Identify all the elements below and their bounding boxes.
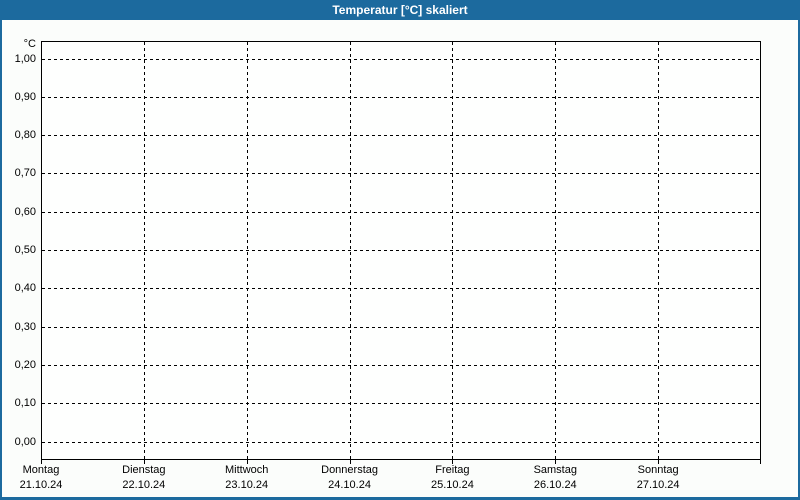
h-gridline [42,364,760,366]
x-day-label: Dienstag 22.10.24 [92,463,196,493]
v-gridline [452,42,454,459]
x-tick [349,460,351,464]
h-gridline [42,250,760,251]
x-day-date: 24.10.24 [328,479,371,491]
x-day-name: Donnerstag [321,464,378,476]
y-tick-label: 0,70 [14,167,36,180]
x-tick [760,460,761,464]
x-tick [658,460,660,464]
x-day-name: Montag [22,464,60,476]
h-gridline [42,173,760,175]
x-day-date: 22.10.24 [122,479,166,491]
y-tick-label: 0,20 [14,358,36,371]
x-tick [143,460,145,464]
h-gridline [42,403,760,405]
x-day-label: Donnerstag 24.10.24 [298,463,402,493]
x-tick [555,460,557,464]
x-day-label: Freitag 25.10.24 [400,463,504,493]
h-gridline [42,96,760,98]
h-gridline [42,211,760,213]
v-gridline [658,42,660,459]
x-day-date: 21.10.24 [19,479,63,491]
x-day-name: Mittwoch [225,464,269,476]
x-day-date: 27.10.24 [636,479,680,491]
y-tick-label: 1,00 [14,52,36,65]
y-axis-unit-label: °C [23,38,36,50]
v-gridline [555,42,557,459]
x-tick [246,460,248,464]
x-day-label: Samstag 26.10.24 [503,463,607,493]
v-gridline [246,42,248,459]
y-tick-label: 0,80 [14,129,36,142]
y-tick-label: 0,40 [14,282,36,295]
h-gridline [42,326,760,328]
h-gridline [42,288,760,290]
y-tick-label: 0,90 [14,90,36,103]
x-day-label: Sonntag 27.10.24 [606,463,710,493]
x-day-label: Mittwoch 23.10.24 [195,463,299,493]
plot-area [41,41,761,460]
x-day-date: 26.10.24 [533,479,577,491]
h-gridline [42,58,760,60]
v-gridline [143,42,145,459]
x-day-name: Freitag [435,464,470,476]
chart-title: Temperatur [°C] skaliert [332,3,468,17]
x-day-date: 25.10.24 [431,479,474,491]
x-tick [452,460,454,464]
x-day-name: Samstag [533,464,577,476]
y-tick-label: 0,30 [14,320,36,333]
x-day-date: 23.10.24 [225,479,269,491]
x-day-name: Dienstag [122,464,166,476]
y-tick-label: 0,10 [14,397,36,410]
chart-title-bar: Temperatur [°C] skaliert [2,0,798,20]
x-tick [41,460,42,464]
chart-window: Temperatur [°C] skaliert °C 1,00 0,90 0,80… [0,0,800,500]
v-gridline [349,42,351,459]
y-tick-label: 0,60 [14,205,36,218]
h-gridline [42,441,760,443]
y-tick-label: 0,00 [14,435,36,448]
x-day-name: Sonntag [637,464,679,476]
y-tick-label: 0,50 [14,244,36,256]
x-day-label: Montag 21.10.24 [2,463,93,493]
h-gridline [42,135,760,137]
